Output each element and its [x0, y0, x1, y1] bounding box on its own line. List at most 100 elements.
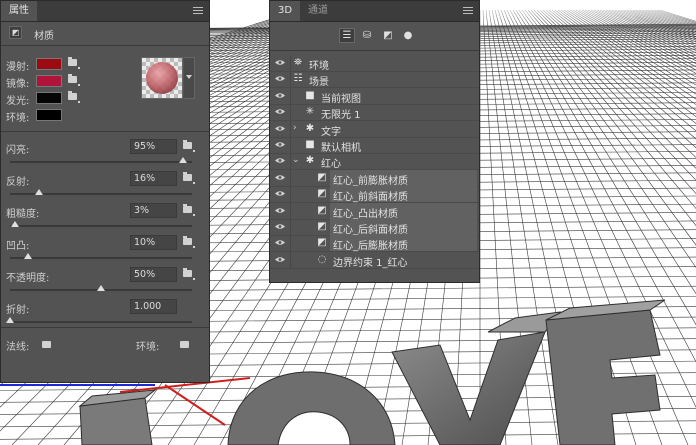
tab-properties[interactable]: 属性 [1, 1, 37, 21]
slider-track[interactable] [10, 189, 192, 195]
layer-row[interactable]: › ✱ 文字 [270, 120, 479, 138]
layer-row[interactable]: ◌ 边界约束 1_红心 [270, 251, 479, 269]
eye-icon[interactable] [275, 174, 285, 181]
eye-icon[interactable] [275, 108, 285, 115]
eye-icon[interactable] [275, 207, 285, 214]
eye-icon[interactable] [275, 92, 285, 99]
dropdown-dot-icon [78, 67, 80, 69]
dropdown-dot-icon [193, 246, 195, 248]
panel-menu-icon[interactable] [463, 7, 473, 15]
divider [1, 45, 209, 46]
slider-track[interactable] [10, 253, 192, 259]
tab-channels[interactable]: 通道 [300, 1, 336, 21]
color-swatch[interactable] [36, 92, 62, 104]
slider-row: 反射: 16% [6, 171, 206, 205]
slider-thumb[interactable] [35, 189, 44, 195]
slider-track[interactable] [10, 285, 192, 291]
whole-scene-filter-icon[interactable]: ☰ [339, 28, 355, 43]
folder-icon[interactable] [68, 74, 77, 83]
layer-name: 无限光 1 [321, 110, 361, 122]
slider-thumb[interactable] [11, 221, 20, 227]
layer-row[interactable]: ◩ 红心_前斜面材质 [270, 186, 479, 204]
folder-icon[interactable] [68, 91, 77, 100]
color-label: 镜像: [6, 79, 30, 90]
slider-value-field[interactable]: 50% [130, 267, 177, 282]
color-label: 发光: [6, 96, 30, 107]
material-preview[interactable] [141, 57, 183, 99]
layer-row[interactable]: ■ 默认相机 [270, 137, 479, 154]
mesh-icon: ✱ [305, 155, 315, 167]
slider-value-field[interactable]: 16% [130, 171, 177, 186]
texture-folder-icon[interactable] [183, 204, 192, 213]
layer-row[interactable]: ⌄ ✱ 红心 [270, 153, 479, 171]
material-filter-icon[interactable]: ◩ [380, 28, 396, 43]
light-icon: ✳ [305, 106, 315, 118]
divider [1, 327, 209, 328]
texture-folder-icon[interactable] [183, 140, 192, 149]
chevron-down-icon[interactable]: ⌄ [292, 155, 300, 165]
eye-icon[interactable] [275, 239, 285, 246]
slider-thumb[interactable] [24, 253, 33, 259]
color-swatch[interactable] [36, 75, 62, 87]
normal-folder-icon[interactable] [42, 341, 51, 348]
eye-icon[interactable] [275, 223, 285, 230]
slider-value-field[interactable]: 10% [130, 235, 177, 250]
color-label: 漫射: [6, 62, 30, 73]
material-icon[interactable]: ◩ [9, 26, 22, 39]
slider-value-field[interactable]: 1.000 [130, 299, 177, 314]
slider-thumb[interactable] [6, 317, 14, 323]
normal-env-row: 法线: 环境: [6, 338, 206, 353]
layer-row[interactable]: ✳ 无限光 1 [270, 104, 479, 122]
eye-icon[interactable] [275, 256, 285, 263]
mesh-filter-icon[interactable]: ⛁ [359, 28, 375, 43]
folder-icon[interactable] [68, 57, 77, 66]
environment-folder-icon[interactable] [180, 341, 189, 348]
eye-icon[interactable] [275, 125, 285, 132]
normal-label: 法线: [6, 342, 30, 353]
eye-icon[interactable] [275, 59, 285, 66]
eye-icon[interactable] [275, 141, 285, 148]
slider-thumb[interactable] [178, 157, 187, 163]
slider-thumb[interactable] [97, 285, 105, 291]
slider-track[interactable] [10, 157, 192, 163]
slider-track[interactable] [6, 317, 192, 323]
layer-row[interactable]: ☷ 场景 [270, 71, 479, 89]
layer-name: 默认相机 [321, 143, 361, 154]
divider [290, 87, 291, 104]
chevron-right-icon[interactable]: › [293, 123, 297, 133]
texture-folder-icon[interactable] [183, 268, 192, 277]
layer-row[interactable]: ■ 当前视图 [270, 87, 479, 105]
slider-label: 粗糙度: [6, 209, 40, 220]
panel-menu-icon[interactable] [193, 7, 203, 15]
slider-value-field[interactable]: 3% [130, 203, 177, 218]
texture-folder-icon[interactable] [183, 172, 192, 181]
divider [290, 137, 291, 153]
slider-label: 折射: [6, 305, 30, 316]
eye-icon[interactable] [275, 157, 285, 164]
divider [1, 131, 209, 132]
material-picker-dropdown[interactable] [184, 57, 195, 99]
layer-row[interactable]: ◩ 红心_前膨胀材质 [270, 169, 479, 187]
layer-name: 红心_后斜面材质 [333, 225, 408, 236]
color-swatch[interactable] [36, 109, 62, 121]
layer-row[interactable]: ⛯ 环境 [270, 55, 479, 72]
material-sphere [146, 62, 178, 94]
slider-track[interactable] [10, 221, 192, 227]
layer-row[interactable]: ◩ 红心_后膨胀材质 [270, 235, 479, 253]
slider-value-field[interactable]: 95% [130, 139, 177, 154]
slider-label: 反射: [6, 177, 30, 188]
texture-folder-icon[interactable] [183, 236, 192, 245]
layer-name: 边界约束 1_红心 [333, 257, 408, 269]
tab-3d[interactable]: 3D [270, 1, 301, 21]
light-filter-icon[interactable]: ● [400, 28, 416, 43]
eye-icon[interactable] [275, 75, 285, 82]
material-icon: ◩ [317, 221, 327, 232]
divider [290, 153, 291, 170]
eye-icon[interactable] [275, 190, 285, 197]
divider [290, 219, 291, 235]
color-label: 环境: [6, 113, 30, 124]
mesh-icon: ✱ [305, 122, 315, 134]
layer-row[interactable]: ◩ 红心_后斜面材质 [270, 219, 479, 236]
layer-row[interactable]: ◩ 红心_凸出材质 [270, 202, 479, 220]
color-swatch[interactable] [36, 58, 62, 70]
